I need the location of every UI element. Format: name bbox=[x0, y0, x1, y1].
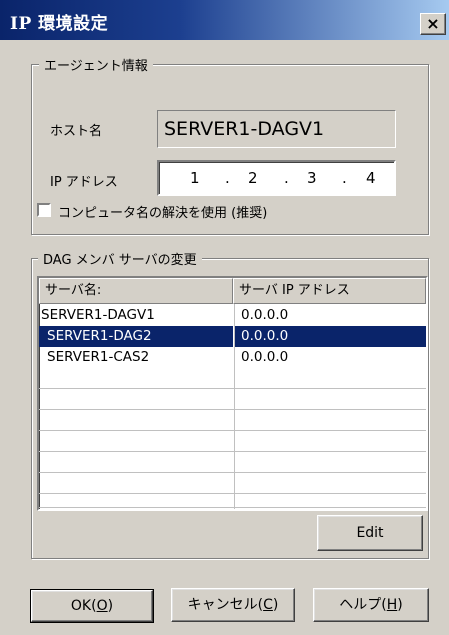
grid-line bbox=[39, 472, 426, 473]
ip-dot-2: . bbox=[284, 169, 289, 187]
ip-octet-1[interactable]: 1 bbox=[190, 169, 200, 187]
dag-member-group-label: DAG メンバ サーバの変更 bbox=[38, 249, 202, 268]
table-row[interactable]: SERVER1-DAGV1 0.0.0.0 bbox=[39, 305, 426, 326]
host-name-label: ホスト名 bbox=[50, 124, 103, 139]
edit-button[interactable]: Edit bbox=[317, 515, 423, 551]
cancel-label: キャンセル( bbox=[187, 597, 264, 613]
grid-line bbox=[39, 507, 426, 508]
grid-line bbox=[39, 493, 426, 494]
cancel-accelerator: C bbox=[263, 597, 273, 613]
server-list[interactable]: サーバ名: サーバ IP アドレス SERVER1-DAGV1 0.0.0.0 … bbox=[37, 276, 428, 511]
server-ip-cell: 0.0.0.0 bbox=[241, 349, 289, 365]
server-ip-cell: 0.0.0.0 bbox=[241, 307, 289, 323]
table-row-selected[interactable]: SERVER1-DAG2 0.0.0.0 bbox=[39, 326, 426, 347]
server-name-cell: SERVER1-CAS2 bbox=[47, 349, 150, 365]
ip-octet-3[interactable]: 3 bbox=[307, 169, 317, 187]
ok-button[interactable]: OK(O) bbox=[30, 589, 154, 623]
resolve-name-checkbox[interactable] bbox=[37, 203, 51, 217]
ip-dot-3: . bbox=[342, 169, 347, 187]
cancel-button[interactable]: キャンセル(C) bbox=[171, 588, 295, 622]
column-header-server-name[interactable]: サーバ名: bbox=[39, 278, 233, 304]
ip-dot-1: . bbox=[225, 169, 230, 187]
agent-info-group-label: エージェント情報 bbox=[39, 55, 153, 74]
window-title: IP 環境設定 bbox=[10, 14, 109, 34]
grid-line bbox=[39, 409, 426, 410]
close-icon: × bbox=[426, 14, 440, 33]
ip-octet-2[interactable]: 2 bbox=[248, 169, 258, 187]
ip-address-field[interactable]: 1 . 2 . 3 . 4 bbox=[157, 160, 396, 196]
ok-label: OK( bbox=[70, 598, 97, 614]
ip-octet-4[interactable]: 4 bbox=[366, 169, 376, 187]
help-label: ヘルプ( bbox=[339, 597, 387, 613]
ip-address-label: IP アドレス bbox=[50, 175, 118, 190]
help-button[interactable]: ヘルプ(H) bbox=[313, 588, 429, 622]
grid-line bbox=[39, 430, 426, 431]
server-name-cell: SERVER1-DAGV1 bbox=[41, 307, 155, 323]
grid-line bbox=[39, 451, 426, 452]
cancel-label-end: ) bbox=[272, 597, 279, 613]
close-button[interactable]: × bbox=[420, 13, 446, 35]
help-accelerator: H bbox=[386, 597, 398, 613]
resolve-name-checkbox-label[interactable]: コンピュータ名の解決を使用 (推奨) bbox=[58, 202, 267, 221]
ok-label-end: ) bbox=[107, 598, 114, 614]
server-ip-cell: 0.0.0.0 bbox=[235, 326, 426, 347]
server-name-cell: SERVER1-DAG2 bbox=[39, 326, 233, 347]
help-label-end: ) bbox=[397, 597, 403, 613]
host-name-field: SERVER1-DAGV1 bbox=[157, 110, 396, 148]
column-header-server-ip[interactable]: サーバ IP アドレス bbox=[233, 278, 426, 304]
table-row[interactable]: SERVER1-CAS2 0.0.0.0 bbox=[39, 347, 426, 368]
grid-line bbox=[39, 388, 426, 389]
ok-accelerator: O bbox=[96, 598, 108, 614]
